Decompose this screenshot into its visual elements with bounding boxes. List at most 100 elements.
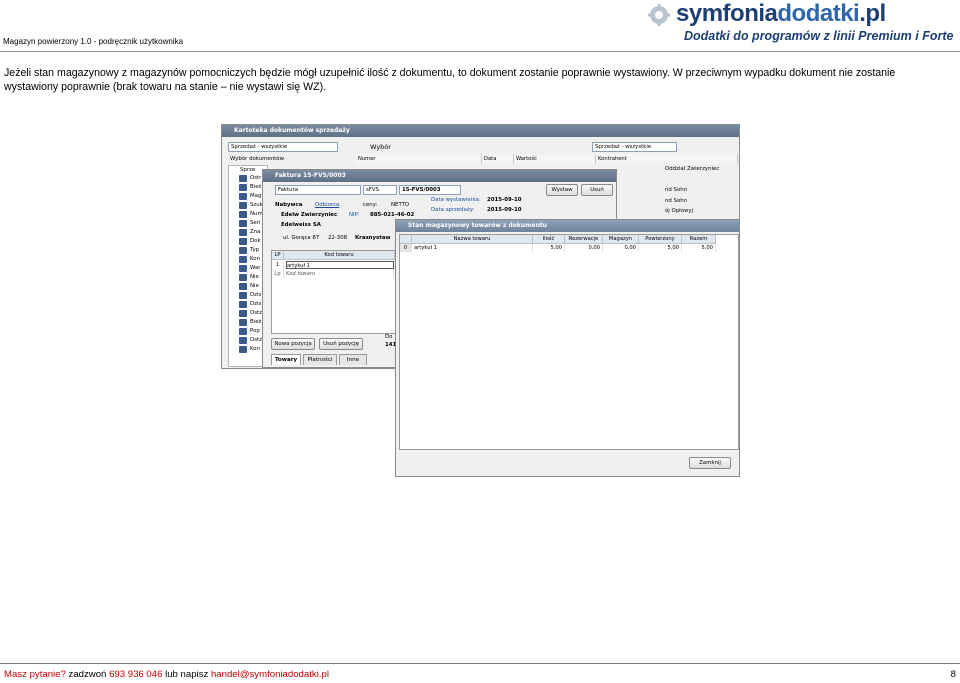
wystaw-button[interactable]: Wystaw — [546, 184, 578, 196]
symfoniadodatki-logo[interactable]: symfoniadodatki.pl Dodatki do programów … — [648, 0, 953, 46]
tree-item[interactable]: Ostr — [250, 174, 261, 183]
kontrahent-entry: nd Sohn — [665, 187, 688, 193]
tree-item[interactable]: Kon — [250, 345, 260, 354]
document-icon — [239, 319, 247, 326]
nowa-pozycja-button[interactable]: Nowa pozycja — [271, 338, 315, 350]
stan-title: Stan magazynowy towarów z dokumentu — [396, 220, 739, 232]
kartoteka-filter-select[interactable]: Sprzedaż - wszystkie — [228, 142, 338, 152]
document-icon — [239, 283, 247, 290]
tab-nabywca[interactable]: Nabywca — [275, 202, 302, 208]
footer-phone[interactable]: 693 936 046 — [109, 669, 162, 680]
tree-item[interactable]: Num — [250, 210, 263, 219]
kartoteka-columns: Numer Data Wartość Kontrahent — [346, 154, 738, 164]
tree-item[interactable]: Nie — [250, 273, 259, 282]
tree-item[interactable]: Kon — [250, 255, 260, 264]
customer-city: Krasnystaw — [355, 235, 391, 241]
tab-towary[interactable]: Towary — [271, 354, 301, 365]
tree-item[interactable]: Dzis — [250, 300, 261, 309]
stan-grid: Nazwa towaru Ilość Rezerwacje Magazyn Po… — [399, 234, 739, 450]
data-sprzedazy-value[interactable]: 2015-09-10 — [487, 207, 521, 213]
document-series-select[interactable]: sFVS — [363, 185, 397, 195]
nip-value: 885-021-46-02 — [370, 212, 415, 218]
kartoteka-title: Kartoteka dokumentów sprzedaży — [222, 125, 739, 137]
wybor-select[interactable]: Sprzedaż - wszystkie — [592, 142, 677, 152]
footer-question: Masz pytanie? — [4, 669, 66, 680]
stan-row-razem: 5,00 — [682, 244, 716, 252]
logo-wordmark: symfoniadodatki.pl — [676, 0, 886, 27]
stan-row-nazwa[interactable]: artykuł 1 — [412, 244, 533, 252]
wybor-dokumentow-label: Wybór dokumentów — [230, 156, 284, 162]
zamknij-button[interactable]: Zamknij — [689, 457, 731, 469]
stan-col-ilosc: Ilość — [533, 235, 565, 244]
customer-postcode: 22-308 — [328, 235, 348, 241]
ceny-value[interactable]: NETTO — [391, 202, 409, 208]
gear-icon — [648, 4, 670, 26]
wybor-header: Wybór — [370, 143, 391, 151]
body-paragraph: Jeżeli stan magazynowy z magazynów pomoc… — [4, 67, 896, 93]
document-icon — [239, 301, 247, 308]
stan-row-magazyn: 0,00 — [603, 244, 639, 252]
new-item-kod[interactable]: Kod towaru — [286, 270, 394, 278]
tree-item[interactable]: Nie — [250, 282, 259, 291]
document-number-field[interactable]: 15-FVS/0003 — [399, 185, 461, 195]
document-icon — [239, 256, 247, 263]
items-header-kod: Kod towaru — [284, 251, 395, 260]
document-icon — [239, 265, 247, 272]
tree-item[interactable]: Dok — [250, 237, 261, 246]
tree-item[interactable]: Dzis — [250, 291, 261, 300]
items-grid: LP Kod towaru 1 artykuł 1 Lp Kod towaru — [271, 250, 398, 334]
document-icon — [239, 238, 247, 245]
kontrahent-entry: ój Opłowyj — [665, 208, 694, 214]
tab-odbiorca[interactable]: Odbiorca — [315, 202, 339, 208]
tab-inne[interactable]: Inne — [339, 354, 367, 365]
stan-col-rezerwacje: Rezerwacje — [565, 235, 603, 244]
footer-or-write: lub napisz — [162, 669, 211, 680]
tree-item[interactable]: Zna — [250, 228, 260, 237]
column-kontrahent[interactable]: Kontrahent — [596, 154, 738, 164]
data-wystawienia-value[interactable]: 2015-09-10 — [487, 197, 521, 203]
tree-item[interactable]: Ostz — [250, 336, 262, 345]
tree-item[interactable]: Bież — [250, 318, 261, 327]
document-type-select[interactable]: Faktura — [275, 185, 361, 195]
usun-pozycje-button[interactable]: Usuń pozycję — [319, 338, 363, 350]
column-numer[interactable]: Numer — [356, 154, 482, 164]
nip-label: NIP: — [349, 212, 360, 218]
tree-item[interactable]: Bież — [250, 183, 261, 192]
stan-row-powierzony: 5,00 — [639, 244, 682, 252]
column-wartosc[interactable]: Wartość — [514, 154, 596, 164]
tree-item[interactable]: Typ — [250, 246, 259, 255]
usun-button[interactable]: Usuń — [581, 184, 613, 196]
customer-full-name: Edelweiss SA — [281, 222, 321, 228]
tree-item[interactable]: Seri — [250, 219, 260, 228]
tree-item[interactable]: Ostz — [250, 309, 262, 318]
stan-col-magazyn: Magazyn — [603, 235, 639, 244]
tree-item[interactable]: Szuk — [250, 201, 263, 210]
tree-item[interactable]: Pop — [250, 327, 260, 336]
stan-col-powierzony: Powierzony — [639, 235, 682, 244]
header-document-title: Magazyn powierzony 1.0 - podręcznik użyt… — [3, 37, 184, 46]
stan-col-razem: Razem — [682, 235, 716, 244]
faktura-title: Faktura 15-FVS/0003 — [263, 170, 616, 182]
document-icon — [239, 220, 247, 227]
document-icon — [239, 292, 247, 299]
document-icon — [239, 328, 247, 335]
kontrahent-entry: Oddział Zwierzyniec — [665, 166, 720, 172]
item-lp[interactable]: 1 — [272, 261, 284, 269]
kontrahent-entry: nd Sohn — [665, 198, 688, 204]
tab-platnosci[interactable]: Płatności — [303, 354, 337, 365]
new-item-lp[interactable]: Lp — [272, 270, 284, 278]
customer-address: ul. Gorąca 87 — [283, 235, 320, 241]
stan-col-lp — [400, 235, 412, 244]
item-kod-input[interactable]: artykuł 1 — [286, 261, 394, 269]
stan-row-rezerwacje: 0,00 — [565, 244, 603, 252]
column-data[interactable]: Data — [482, 154, 514, 164]
document-icon — [239, 274, 247, 281]
items-header-lp: LP — [272, 251, 284, 260]
document-icon — [239, 337, 247, 344]
document-icon — [239, 346, 247, 353]
tree-item[interactable]: War — [250, 264, 261, 273]
document-icon — [239, 184, 247, 191]
tree-item[interactable]: Mag — [250, 192, 261, 201]
header-rule — [0, 51, 960, 52]
footer-email-link[interactable]: handel@symfoniadodatki.pl — [211, 669, 329, 680]
